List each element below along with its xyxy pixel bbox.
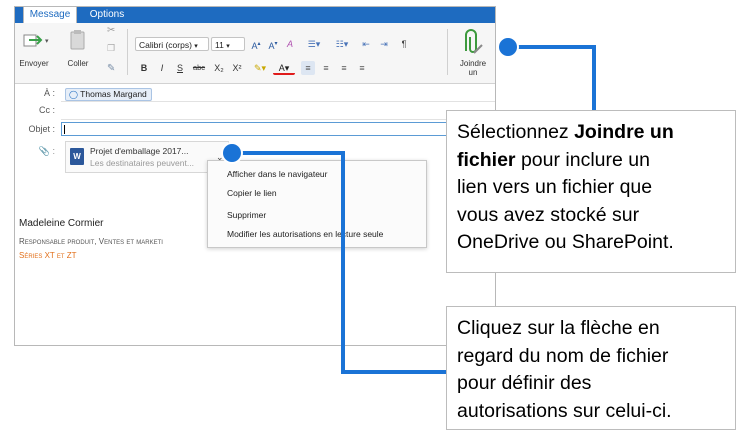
attach-label-line1: Joindre <box>459 59 487 68</box>
subject-input[interactable] <box>61 122 495 136</box>
menu-item-open-browser[interactable]: Afficher dans le navigateur <box>227 169 328 179</box>
text-caret <box>64 125 65 134</box>
attachment-label: 📎 : <box>38 146 55 156</box>
recipient-name: Thomas Margand <box>80 89 147 99</box>
callout-2-line4: autorisations sur celui-ci. <box>457 399 672 422</box>
ribbon: ▾ Envoyer Coller ✂ ❐ ✎ Calibri (corps) ▾… <box>15 23 495 84</box>
callout-1-line3: lien vers un fichier que <box>457 176 653 198</box>
tab-options[interactable]: Options <box>85 7 129 23</box>
to-label: À : <box>43 88 55 98</box>
paperclip-icon <box>465 29 483 54</box>
numbered-list-icon[interactable]: ☷▾ <box>329 37 355 51</box>
superscript-button[interactable]: X² <box>229 61 245 75</box>
callout-attach-file: Sélectionnez Joindre un fichier pour inc… <box>446 110 736 273</box>
paragraph-marks-icon[interactable]: ¶ <box>397 37 411 51</box>
paste-button[interactable]: Coller <box>63 27 93 71</box>
format-painter-icon[interactable]: ✎ <box>107 63 115 74</box>
font-size-value: 11 <box>215 40 224 50</box>
send-dropdown-icon[interactable]: ▾ <box>45 37 49 45</box>
cc-label: Cc : <box>38 105 55 115</box>
underline-button[interactable]: S <box>173 61 187 75</box>
callout-dot-1 <box>497 36 519 58</box>
scissors-icon[interactable]: ✂ <box>107 25 115 36</box>
attachment-name: Projet d'emballage 2017... <box>90 146 189 156</box>
grow-font-icon[interactable]: A▴ <box>249 37 263 51</box>
attach-file-button[interactable]: Joindre un <box>453 25 493 77</box>
callout-1-line4: vous avez stocké sur <box>457 203 640 226</box>
callout-1-line2: pour inclure un <box>515 148 650 171</box>
callout-2-line1: Cliquez sur la flèche en <box>457 317 660 339</box>
chevron-down-icon: ▾ <box>194 43 198 50</box>
align-right-icon[interactable]: ≡ <box>337 61 351 75</box>
ribbon-tab-bar: Message Options <box>15 7 495 23</box>
callout-line-1 <box>508 45 596 112</box>
attach-label: Joindre un <box>453 59 493 77</box>
menu-item-copy-link[interactable]: Copier le lien <box>227 188 277 198</box>
subject-label: Objet : <box>28 124 55 134</box>
callout-1-line5: OneDrive ou SharePoint. <box>457 231 674 253</box>
send-icon <box>23 34 43 47</box>
callout-1-prefix: Sélectionnez <box>457 121 575 143</box>
justify-icon[interactable]: ≡ <box>355 61 369 75</box>
attachment-card[interactable]: W Projet d'emballage 2017... Les destina… <box>65 141 229 173</box>
tab-message[interactable]: Message <box>23 7 77 23</box>
bold-button[interactable]: B <box>137 61 151 75</box>
align-left-icon[interactable]: ≡ <box>301 61 315 75</box>
increase-indent-icon[interactable]: ⇥ <box>377 37 391 51</box>
callout-permissions: Cliquez sur la flèche en regard du nom d… <box>446 306 736 430</box>
menu-item-remove[interactable]: Supprimer <box>227 210 266 220</box>
send-button[interactable]: ▾ Envoyer <box>19 27 49 71</box>
italic-button[interactable]: I <box>155 61 169 75</box>
decrease-indent-icon[interactable]: ⇤ <box>359 37 373 51</box>
callout-2-line3: pour définir des <box>457 372 592 394</box>
send-label: Envoyer <box>19 59 49 68</box>
attachment-subtitle: Les destinataires peuvent... <box>90 158 194 168</box>
callout-2-line2: regard du nom de fichier <box>457 344 669 367</box>
menu-item-read-only[interactable]: Modifier les autorisations en lecture se… <box>227 229 383 239</box>
highlight-icon[interactable]: ✎▾ <box>249 61 271 75</box>
signature-name: Madeleine Cormier <box>19 218 104 229</box>
clipboard-icon <box>70 30 85 50</box>
cc-input[interactable] <box>61 103 495 118</box>
strikethrough-button[interactable]: abc <box>189 61 209 75</box>
font-name-select[interactable]: Calibri (corps) ▾ <box>135 37 209 51</box>
font-name-value: Calibri (corps) <box>139 40 192 50</box>
attachment-context-menu: Afficher dans le navigateur Copier le li… <box>207 160 427 248</box>
callout-1-bold-b: fichier <box>457 148 516 171</box>
signature-series: Séries XT et ZT <box>19 251 77 260</box>
paste-label: Coller <box>67 59 89 68</box>
font-size-select[interactable]: 11 ▾ <box>211 37 245 51</box>
subscript-button[interactable]: X₂ <box>211 61 227 75</box>
shrink-font-icon[interactable]: A▾ <box>266 37 280 51</box>
attach-label-line2: un <box>468 68 478 77</box>
contact-icon: ◯ <box>69 90 78 99</box>
word-icon: W <box>70 148 84 165</box>
callout-1-bold-a: Joindre un <box>574 121 674 143</box>
recipient-chip[interactable]: ◯ Thomas Margand <box>65 88 152 101</box>
chevron-down-icon: ▾ <box>226 43 230 50</box>
signature-title: Responsable produit, Ventes et marketi <box>19 237 163 246</box>
bullet-list-icon[interactable]: ☰▾ <box>301 37 327 51</box>
align-center-icon[interactable]: ≡ <box>319 61 333 75</box>
font-color-icon[interactable]: A▾ <box>273 61 295 75</box>
copy-icon[interactable]: ❐ <box>107 43 115 54</box>
clear-format-icon[interactable]: A <box>283 37 297 51</box>
